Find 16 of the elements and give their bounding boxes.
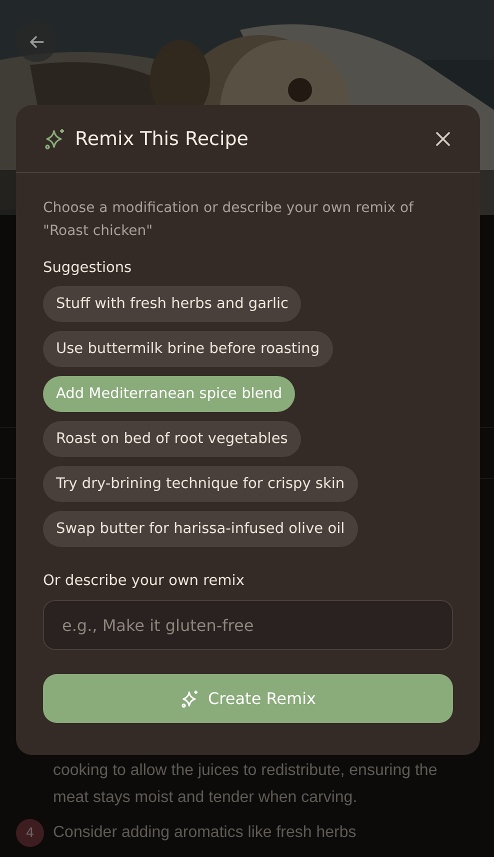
close-icon bbox=[435, 130, 451, 146]
step-number: 4 bbox=[16, 819, 44, 847]
suggestion-chip[interactable]: Swap butter for harissa-infused olive oil bbox=[43, 511, 358, 547]
remix-input-field[interactable]: e.g., Make it gluten-free bbox=[43, 600, 453, 650]
section-label: Suggestions bbox=[43, 260, 133, 276]
suggestion-chip[interactable]: Stuff with fresh herbs and garlic bbox=[43, 286, 302, 322]
dialog-title: Remix This Recipe bbox=[75, 128, 250, 150]
suggestion-chip[interactable]: Try dry-brining technique for crispy skin bbox=[43, 466, 358, 502]
dialog-description: Choose a modification or describe your own remix of "Roast chicken" bbox=[43, 199, 415, 241]
step-text: Consider adding aromatics like fresh herbs bbox=[53, 823, 356, 843]
suggestion-chip[interactable]: Use buttermilk brine before roasting bbox=[43, 331, 333, 367]
step-text: cooking to allow the juices to redistribute, ensuring the meat stays moist and tender when carving. bbox=[53, 761, 438, 808]
sparkle-icon bbox=[43, 126, 67, 150]
suggestion-chip[interactable]: Roast on bed of root vegetables bbox=[43, 421, 301, 457]
section-label: Or describe your own remix bbox=[43, 573, 246, 589]
sparkle-icon bbox=[180, 688, 200, 708]
